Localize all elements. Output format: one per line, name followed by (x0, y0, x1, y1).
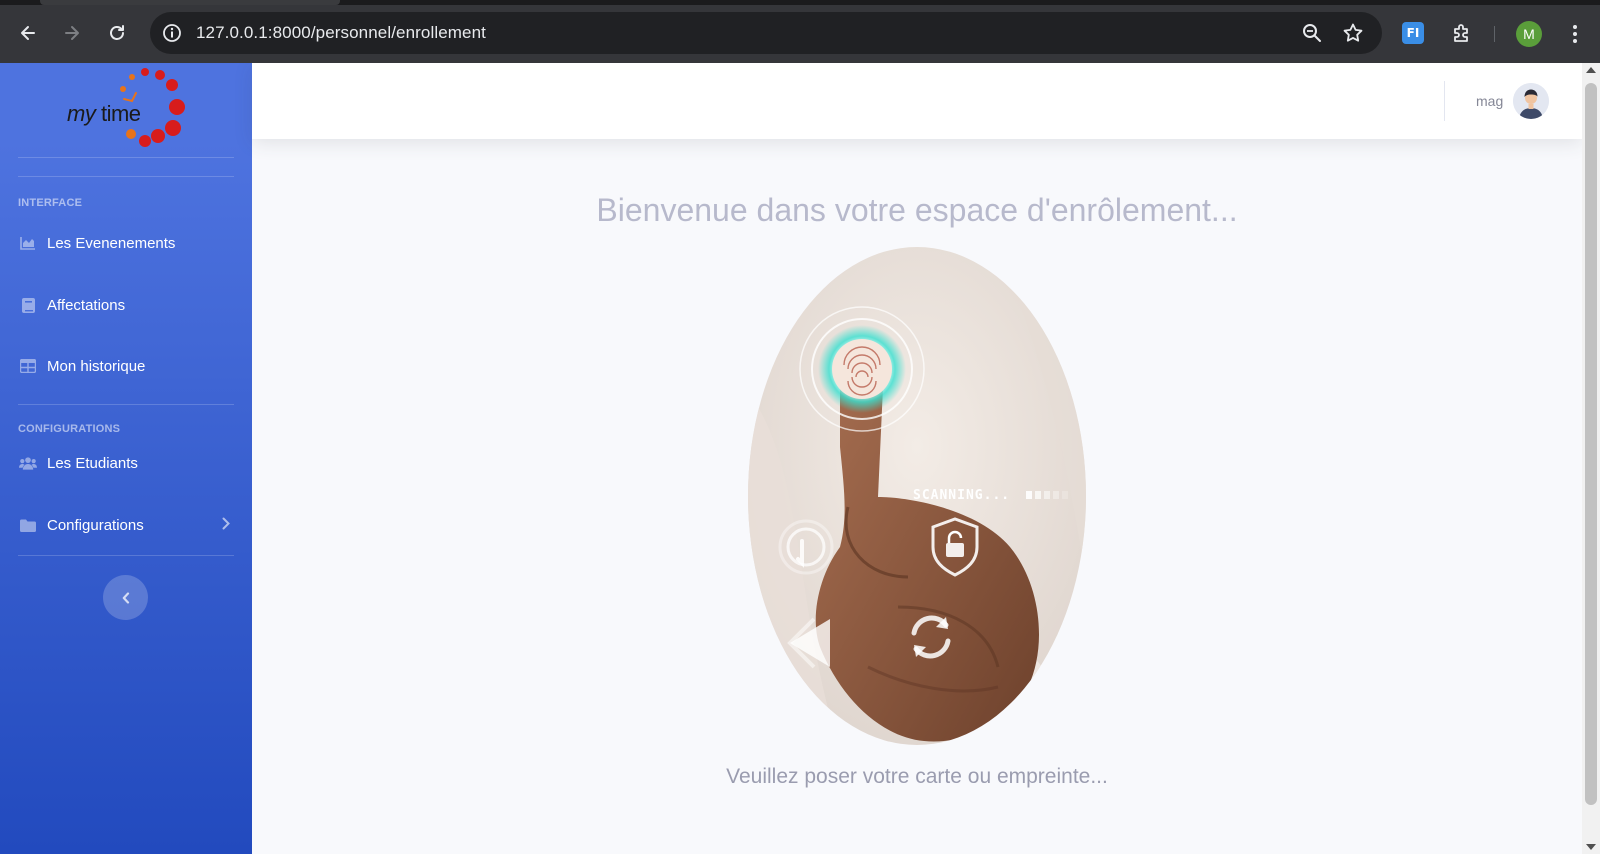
reload-button[interactable] (101, 17, 133, 49)
browser-toolbar: 127.0.0.1:8000/personnel/enrollement FI … (0, 5, 1600, 63)
scrollbar-thumb[interactable] (1585, 83, 1597, 805)
folder-icon (19, 516, 37, 534)
chevron-right-icon (222, 517, 230, 534)
toolbar-separator (1494, 26, 1495, 42)
profile-avatar[interactable]: M (1516, 21, 1542, 47)
sidebar-item-label: Mon historique (47, 357, 146, 375)
puzzle-icon (1454, 24, 1468, 42)
page-scrollbar[interactable] (1582, 63, 1600, 854)
scanning-label: SCANNING... (913, 488, 1010, 503)
page-viewport: my time INTERFACE Les Evenenements Affec… (0, 63, 1600, 854)
bookmark-star-icon[interactable] (1341, 21, 1365, 45)
sidebar-item-label: Les Etudiants (47, 454, 138, 472)
url-text[interactable]: 127.0.0.1:8000/personnel/enrollement (196, 23, 486, 43)
site-info-icon[interactable] (160, 21, 184, 45)
sidebar: my time INTERFACE Les Evenenements Affec… (0, 63, 252, 854)
zoom-icon[interactable] (1300, 21, 1324, 45)
topbar: mag (252, 63, 1582, 139)
scroll-up-arrow-icon[interactable] (1586, 67, 1596, 73)
sidebar-item-label: Configurations (47, 516, 144, 534)
sidebar-item-affectations[interactable]: Affectations (0, 285, 252, 325)
scroll-down-arrow-icon[interactable] (1586, 844, 1596, 850)
sidebar-item-configurations[interactable]: Configurations (0, 505, 252, 545)
topbar-divider (1444, 81, 1445, 121)
brand-name: my time (67, 101, 141, 126)
sidebar-item-evenements[interactable]: Les Evenenements (0, 223, 252, 263)
browser-menu-button[interactable] (1562, 19, 1588, 49)
user-avatar-icon (1513, 83, 1549, 119)
sidebar-divider (18, 404, 234, 405)
more-vertical-icon (1573, 25, 1577, 43)
arrow-left-icon (21, 26, 35, 40)
sidebar-item-historique[interactable]: Mon historique (0, 346, 252, 386)
fingerprint-scan-illustration: SCANNING... (748, 247, 1086, 745)
extensions-button[interactable] (1447, 18, 1477, 48)
sidebar-heading-configurations: CONFIGURATIONS (18, 423, 121, 435)
users-icon (19, 454, 37, 472)
welcome-heading: Bienvenue dans votre espace d'enrôlement… (596, 192, 1238, 228)
book-icon (19, 296, 37, 314)
sidebar-divider (18, 555, 234, 556)
address-bar[interactable]: 127.0.0.1:8000/personnel/enrollement (150, 12, 1382, 54)
extension-fi-icon: FI (1402, 22, 1424, 44)
table-icon (19, 357, 37, 375)
sidebar-item-label: Affectations (47, 296, 126, 314)
sidebar-toggle-button[interactable] (103, 575, 148, 620)
forward-button[interactable] (56, 17, 88, 49)
sidebar-heading-interface: INTERFACE (18, 197, 83, 209)
sidebar-divider (18, 157, 234, 158)
extension-fi-button[interactable]: FI (1398, 18, 1428, 48)
sidebar-item-etudiants[interactable]: Les Etudiants (0, 443, 252, 483)
chevron-left-icon (122, 591, 129, 604)
sidebar-divider (18, 176, 234, 177)
arrow-right-icon (65, 26, 79, 40)
reload-icon (110, 25, 124, 40)
back-button[interactable] (12, 17, 44, 49)
user-avatar[interactable] (1513, 83, 1549, 119)
user-name[interactable]: mag (1476, 93, 1503, 109)
brand-logo[interactable]: my time (0, 63, 252, 159)
chart-area-icon (19, 234, 37, 252)
sidebar-item-label: Les Evenenements (47, 234, 176, 252)
scan-prompt: Veuillez poser votre carte ou empreinte.… (726, 765, 1108, 788)
